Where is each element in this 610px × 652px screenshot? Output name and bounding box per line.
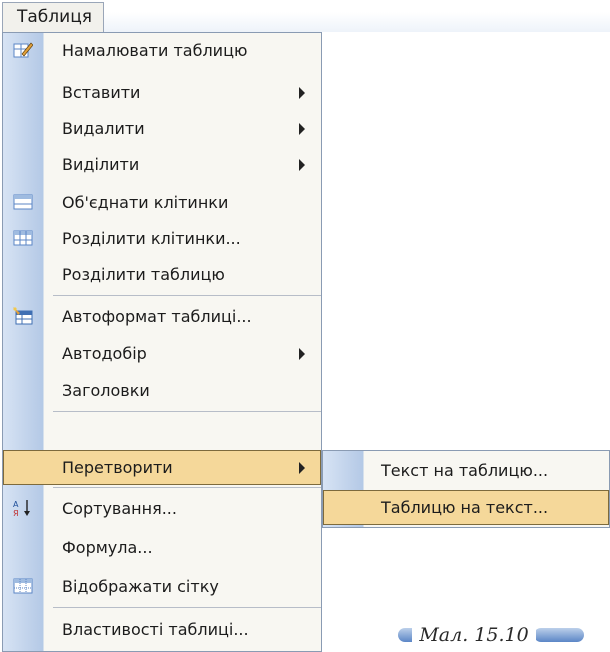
menu-item-autofit[interactable]: Автодобір bbox=[3, 336, 321, 371]
svg-text:А: А bbox=[13, 500, 19, 509]
menu-item-label: Сортування... bbox=[62, 499, 177, 518]
menu-item-sort[interactable]: А Я Сортування... bbox=[3, 491, 321, 526]
submenu-arrow-icon bbox=[299, 87, 305, 99]
menu-item-label: Заголовки bbox=[62, 381, 150, 400]
convert-submenu: Текст на таблицю... Таблицю на текст... bbox=[322, 450, 610, 528]
menu-table-title[interactable]: Таблиця bbox=[2, 2, 104, 32]
sort-az-icon: А Я bbox=[13, 499, 33, 517]
menu-separator bbox=[53, 295, 321, 296]
table-menu: Намалювати таблицю Вставити Видалити Вид… bbox=[2, 32, 322, 652]
split-cells-icon bbox=[13, 229, 33, 247]
menu-separator bbox=[53, 411, 321, 412]
menu-item-label: Вставити bbox=[62, 83, 141, 102]
figure-caption: Мал. 15.10 bbox=[398, 620, 584, 650]
menu-item-label: Відображати сітку bbox=[62, 577, 219, 596]
merge-cells-icon bbox=[13, 193, 33, 211]
caption-right-tab bbox=[534, 628, 584, 642]
menu-item-label: Властивості таблиці... bbox=[62, 620, 249, 639]
menu-separator bbox=[53, 607, 321, 608]
menu-item-label: Автодобір bbox=[62, 344, 147, 363]
grid-icon bbox=[13, 577, 33, 595]
submenu-arrow-icon bbox=[299, 159, 305, 171]
menu-item-table-properties[interactable]: Властивості таблиці... bbox=[3, 612, 321, 647]
menu-item-split-cells[interactable]: Розділити клітинки... bbox=[3, 221, 321, 256]
menu-item-draw-table[interactable]: Намалювати таблицю bbox=[3, 33, 321, 68]
menu-item-label: Розділити клітинки... bbox=[62, 229, 241, 248]
menu-item-label: Перетворити bbox=[62, 458, 173, 477]
menu-item-delete[interactable]: Видалити bbox=[3, 111, 321, 146]
menu-item-select[interactable]: Виділити bbox=[3, 147, 321, 182]
menu-item-label: Намалювати таблицю bbox=[62, 41, 248, 60]
submenu-arrow-icon bbox=[299, 348, 305, 360]
autoformat-icon bbox=[13, 307, 33, 325]
menu-item-headings[interactable]: Заголовки bbox=[3, 373, 321, 408]
menu-item-merge-cells[interactable]: Об'єднати клітинки bbox=[3, 185, 321, 220]
menu-item-label: Розділити таблицю bbox=[62, 265, 225, 284]
submenu-arrow-icon bbox=[299, 462, 305, 474]
menu-item-split-table[interactable]: Розділити таблицю bbox=[3, 257, 321, 292]
menu-item-label: Об'єднати клітинки bbox=[62, 193, 229, 212]
submenu-item-label: Таблицю на текст... bbox=[381, 498, 549, 517]
pencil-table-icon bbox=[13, 41, 33, 59]
submenu-item-table-to-text[interactable]: Таблицю на текст... bbox=[323, 490, 609, 525]
menu-item-label: Виділити bbox=[62, 155, 140, 174]
menu-item-label: Видалити bbox=[62, 119, 145, 138]
menu-separator bbox=[53, 487, 321, 488]
menu-item-convert[interactable]: Перетворити bbox=[3, 450, 321, 485]
menu-item-insert[interactable]: Вставити bbox=[3, 75, 321, 110]
menu-item-autoformat[interactable]: Автоформат таблиці... bbox=[3, 299, 321, 334]
caption-text: Мал. 15.10 bbox=[412, 620, 536, 650]
submenu-item-label: Текст на таблицю... bbox=[381, 461, 549, 480]
menu-item-label: Автоформат таблиці... bbox=[62, 307, 252, 326]
svg-text:Я: Я bbox=[13, 509, 19, 517]
menu-item-label: Формула... bbox=[62, 538, 153, 557]
menu-item-show-gridlines[interactable]: Відображати сітку bbox=[3, 569, 321, 604]
submenu-arrow-icon bbox=[299, 123, 305, 135]
submenu-item-text-to-table[interactable]: Текст на таблицю... bbox=[323, 453, 609, 488]
menubar-strip bbox=[104, 12, 610, 32]
menu-item-formula[interactable]: Формула... bbox=[3, 530, 321, 565]
